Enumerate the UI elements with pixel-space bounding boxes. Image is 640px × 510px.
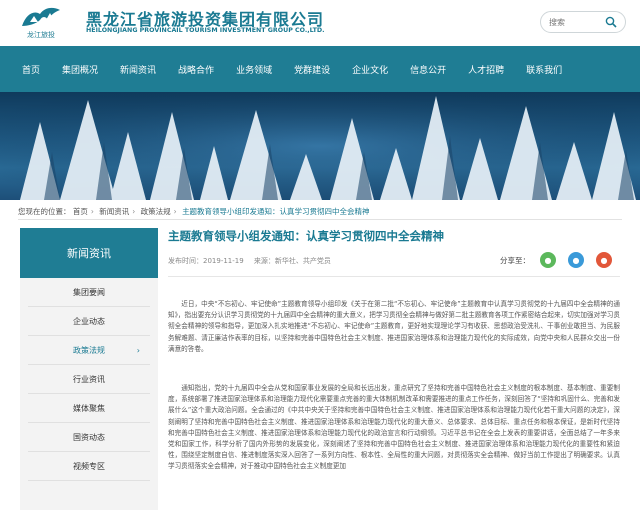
article-meta: 发布时间：2019-11-19 来源：新华社、共产党员 分享至： ● ● ● [168,252,620,270]
article-divider [168,276,620,277]
sidebar-item-policy[interactable]: 政策法规 › [28,336,150,365]
search-box[interactable] [540,11,626,33]
nav-info-disclosure[interactable]: 信息公开 [410,63,446,76]
article-title: 主题教育领导小组发通知：认真学习贯彻四中全会精神 [168,229,444,243]
sidebar-item-industry[interactable]: 行业资讯 [28,365,150,394]
sidebar-item-label: 行业资讯 [73,374,105,384]
breadcrumb-current: 主题教育领导小组印发通知：认真学习贯彻四中全会精神 [182,207,370,216]
search-input[interactable] [549,15,605,29]
site-header: 龙江旅投 黑龙江省旅游投资集团有限公司 HEILONGJIANG PROVINC… [0,0,640,46]
breadcrumb-separator: › [90,207,94,216]
banner-image [0,92,640,200]
nav-strategic-cooperation[interactable]: 战略合作 [178,63,214,76]
sidebar-item-label: 政策法规 [73,345,105,355]
share-label: 分享至： [500,255,530,265]
sidebar-item-label: 国资动态 [73,432,105,442]
logo-icon [22,7,60,26]
weibo-icon[interactable]: ● [596,252,612,268]
logo-text: 龙江旅投 [27,31,55,39]
breadcrumb-separator: › [173,207,177,216]
sidebar-item-video[interactable]: 视频专区 [28,452,150,481]
sidebar-item-label: 视频专区 [73,461,105,471]
article-source: 来源：新华社、共产党员 [253,257,331,265]
article: 主题教育领导小组发通知：认真学习贯彻四中全会精神 发布时间：2019-11-19… [168,228,620,473]
breadcrumb: 您现在的位置： 首页 › 新闻资讯 › 政策法规 › 主题教育领导小组印发通知：认真学… [18,206,370,217]
sidebar: 新闻资讯 集团要闻 企业动态 政策法规 › 行业资讯 媒体聚焦 国资动态 视频专区 [20,228,158,510]
breadcrumb-separator: › [132,207,136,216]
nav-recruitment[interactable]: 人才招聘 [468,63,504,76]
nav-group-overview[interactable]: 集团概况 [62,63,98,76]
article-paragraph: 通知指出，党的十九届四中全会从党和国家事业发展的全局和长远出发，重点研究了坚持和… [168,384,620,471]
qq-icon[interactable]: ● [568,252,584,268]
breadcrumb-divider [18,219,622,220]
nav-party-building[interactable]: 党群建设 [294,63,330,76]
company-logo[interactable]: 龙江旅投 [16,4,66,42]
nav-news[interactable]: 新闻资讯 [120,63,156,76]
wechat-icon[interactable]: ● [540,252,556,268]
nav-business[interactable]: 业务领域 [236,63,272,76]
nav-contact[interactable]: 联系我们 [526,63,562,76]
snowy-forest-image [0,92,640,200]
share-bar: 分享至： ● ● ● [500,252,620,268]
breadcrumb-policy[interactable]: 政策法规 [141,207,171,216]
sidebar-item-media[interactable]: 媒体聚焦 [28,394,150,423]
sidebar-item-label: 集团要闻 [73,287,105,297]
chevron-right-icon: › [136,345,140,355]
sidebar-item-state-assets[interactable]: 国资动态 [28,423,150,452]
nav-home[interactable]: 首页 [22,63,40,76]
sidebar-item-label: 企业动态 [73,316,105,326]
main-nav: 首页 集团概况 新闻资讯 战略合作 业务领域 党群建设 企业文化 信息公开 人才… [0,46,640,92]
company-name-en: HEILONGJIANG PROVINCAIL TOURISM INVESTME… [86,27,325,34]
sidebar-item-group-news[interactable]: 集团要闻 [28,278,150,307]
breadcrumb-home[interactable]: 首页 [73,207,88,216]
sidebar-item-label: 媒体聚焦 [73,403,105,413]
search-icon[interactable] [605,16,617,28]
publish-date: 发布时间：2019-11-19 [168,257,244,265]
article-paragraph: 近日，中央“不忘初心、牢记使命”主题教育领导小组印发《关于在第二批“不忘初心、牢… [168,300,620,353]
breadcrumb-news[interactable]: 新闻资讯 [99,207,129,216]
breadcrumb-prefix: 您现在的位置： [18,207,71,216]
sidebar-title: 新闻资讯 [20,228,158,278]
nav-culture[interactable]: 企业文化 [352,63,388,76]
sidebar-item-company-news[interactable]: 企业动态 [28,307,150,336]
